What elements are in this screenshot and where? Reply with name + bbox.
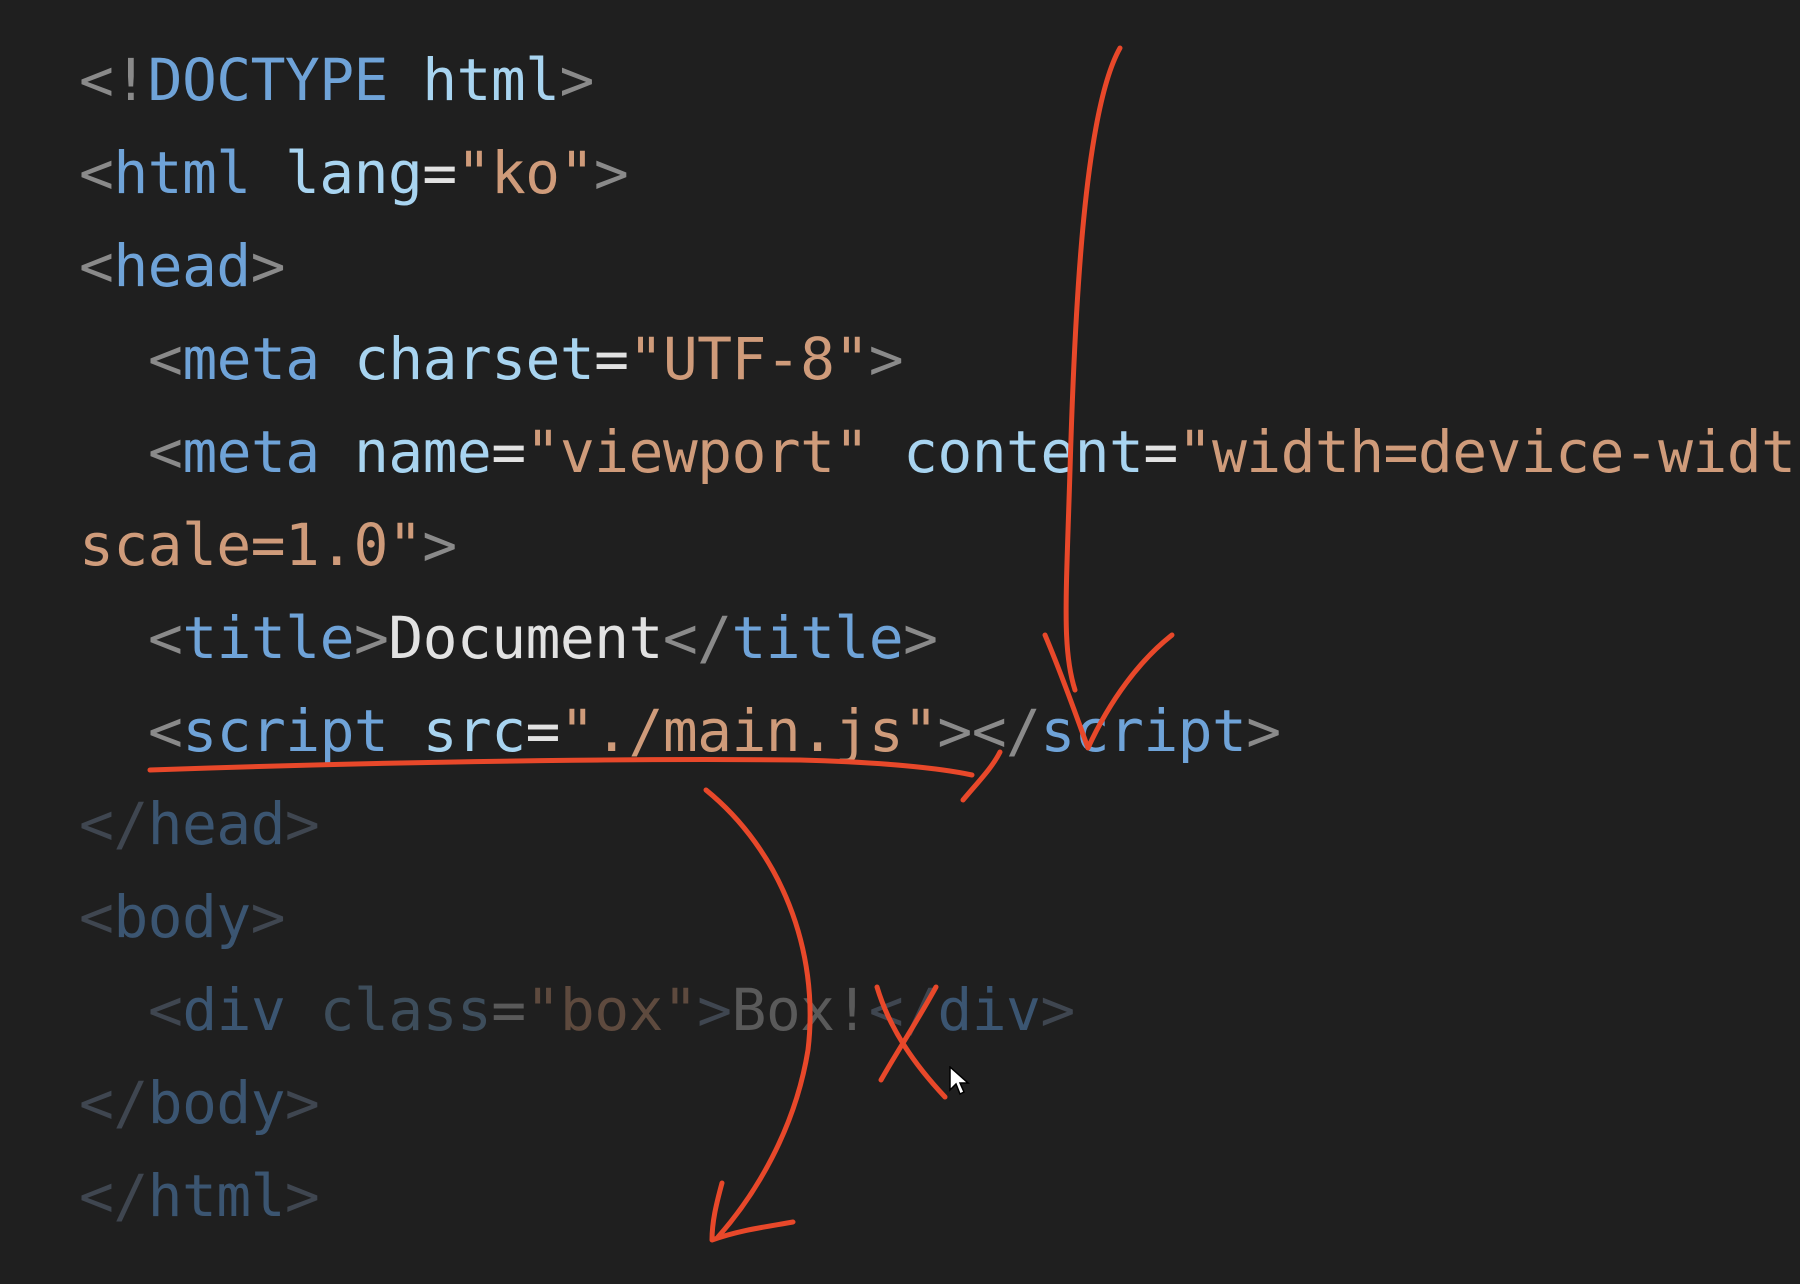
- code-token: body: [147, 1069, 286, 1137]
- code-token: <!: [79, 46, 148, 114]
- code-token: charset: [353, 325, 595, 393]
- code-token: src: [422, 697, 527, 765]
- code-token: >: [422, 511, 457, 579]
- code-token: >: [284, 1162, 320, 1230]
- code-token: =: [594, 325, 629, 393]
- code-line-head-close: </head>: [79, 778, 320, 870]
- code-token: script: [182, 697, 389, 765]
- code-token: >: [353, 604, 389, 672]
- code-token: body: [113, 883, 251, 951]
- code-line-doctype: <!DOCTYPE html>: [79, 34, 594, 126]
- code-token: Box!: [731, 976, 870, 1044]
- code-token: >: [284, 1069, 320, 1137]
- code-editor[interactable]: <!DOCTYPE html> <html lang="ko"> <head> …: [0, 0, 1800, 1284]
- code-token: </: [79, 790, 148, 858]
- code-token: </: [662, 604, 732, 672]
- code-token: div: [937, 976, 1041, 1044]
- code-token: "./main.js": [559, 697, 938, 765]
- code-line-meta-viewport-wrap: scale=1.0">: [79, 499, 457, 591]
- code-token: </: [79, 1069, 148, 1137]
- code-token: Document: [388, 604, 663, 672]
- code-token: >: [903, 604, 938, 672]
- code-token: =: [491, 976, 526, 1044]
- code-line-div: <div class="box">Box!</div>: [148, 964, 1075, 1056]
- code-token: title: [182, 604, 354, 672]
- code-line-html-close: </html>: [79, 1150, 320, 1242]
- code-token: </: [868, 976, 938, 1044]
- code-token: =: [422, 139, 457, 207]
- code-token: >: [250, 232, 286, 300]
- code-token: class: [319, 976, 492, 1044]
- code-line-meta-viewport: <meta name="viewport" content="width=dev…: [148, 406, 1796, 498]
- code-token: <: [148, 976, 183, 1044]
- code-token: "width=device-widt: [1177, 418, 1796, 486]
- code-token: <: [148, 604, 183, 672]
- code-token: <: [79, 139, 114, 207]
- code-token: head: [113, 232, 251, 300]
- code-token: "ko": [456, 139, 595, 207]
- code-token: ></: [937, 697, 1041, 765]
- code-token: =: [1143, 418, 1178, 486]
- code-token: div: [182, 976, 286, 1044]
- code-token: head: [147, 790, 286, 858]
- code-token: scale=1.0": [79, 511, 423, 579]
- code-token: <: [148, 418, 183, 486]
- code-token: html: [147, 1162, 286, 1230]
- code-token: html: [422, 46, 560, 114]
- code-token: "UTF-8": [628, 325, 870, 393]
- code-line-body-close: </body>: [79, 1057, 320, 1149]
- code-token: >: [1246, 697, 1281, 765]
- code-token: >: [1040, 976, 1075, 1044]
- code-token: >: [284, 790, 320, 858]
- code-line-head-open: <head>: [79, 220, 286, 312]
- code-token: content: [903, 418, 1144, 486]
- code-token: <: [79, 232, 114, 300]
- code-line-script: <script src="./main.js"></script>: [148, 685, 1281, 777]
- code-token: </: [79, 1162, 148, 1230]
- code-line-meta-charset: <meta charset="UTF-8">: [148, 313, 904, 405]
- code-line-title: <title>Document</title>: [148, 592, 938, 684]
- code-token: name: [353, 418, 492, 486]
- code-token: "box": [525, 976, 698, 1044]
- code-token: <: [79, 883, 114, 951]
- code-token: DOCTYPE: [147, 46, 389, 114]
- code-token: >: [559, 46, 594, 114]
- code-token: "viewport": [525, 418, 870, 486]
- code-token: >: [593, 139, 629, 207]
- code-token: =: [491, 418, 526, 486]
- code-token: html: [113, 139, 251, 207]
- code-token: >: [697, 976, 732, 1044]
- code-token: lang: [284, 139, 423, 207]
- code-token: meta: [182, 325, 320, 393]
- code-token: >: [250, 883, 286, 951]
- code-token: <: [148, 325, 183, 393]
- mouse-pointer-icon: [949, 1066, 970, 1096]
- code-token: <: [148, 697, 183, 765]
- code-token: script: [1040, 697, 1247, 765]
- code-line-body-open: <body>: [79, 871, 286, 963]
- code-token: >: [868, 325, 904, 393]
- code-line-html-open: <html lang="ko">: [79, 127, 629, 219]
- code-token: meta: [182, 418, 320, 486]
- code-token: =: [525, 697, 561, 765]
- code-token: title: [731, 604, 904, 672]
